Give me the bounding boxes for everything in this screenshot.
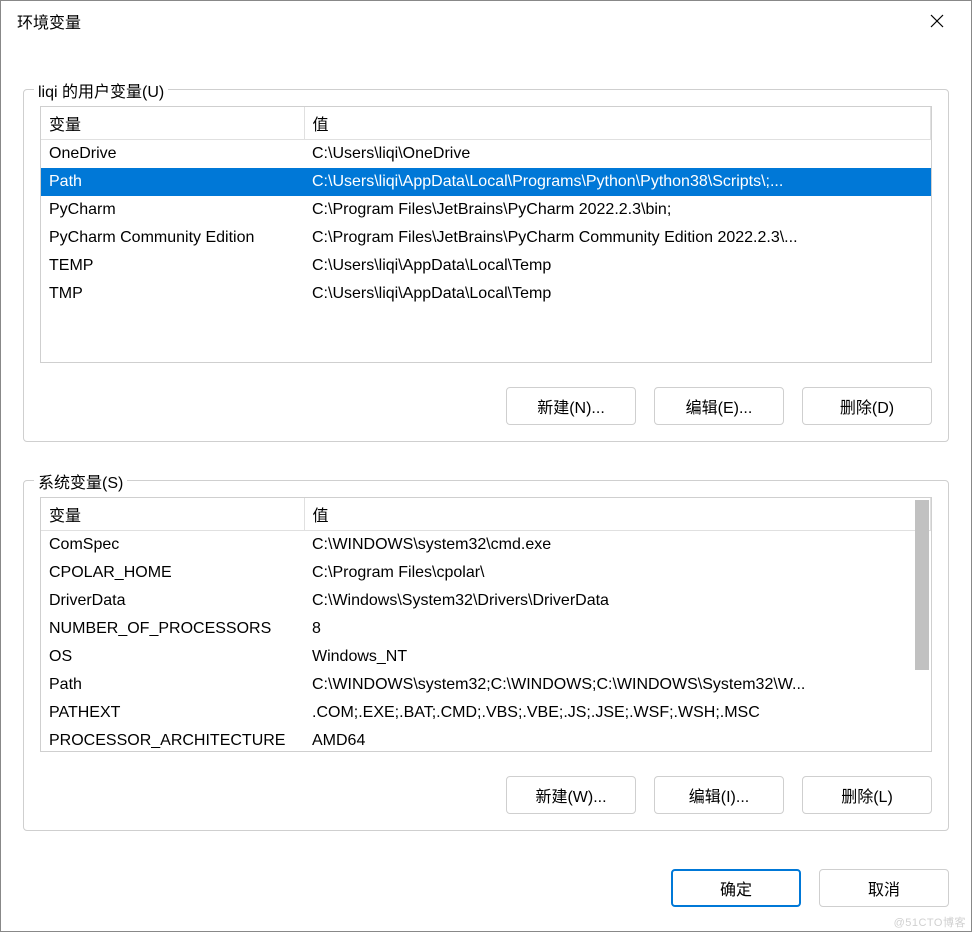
system-buttons-row: 新建(W)... 编辑(I)... 删除(L)	[40, 776, 932, 814]
user-section-legend: liqi 的用户变量(U)	[34, 78, 168, 102]
user-delete-button[interactable]: 删除(D)	[802, 387, 932, 425]
cell-value: .COM;.EXE;.BAT;.CMD;.VBS;.VBE;.JS;.JSE;.…	[304, 699, 931, 727]
cell-value: C:\Windows\System32\Drivers\DriverData	[304, 587, 931, 615]
cell-value: C:\Program Files\JetBrains\PyCharm 2022.…	[304, 196, 931, 224]
cell-variable: Path	[41, 168, 304, 196]
user-edit-button[interactable]: 编辑(E)...	[654, 387, 784, 425]
table-row[interactable]: PyCharm Community EditionC:\Program File…	[41, 224, 931, 252]
system-variables-section: 系统变量(S) 变量 值 ComSpecC:\WINDOWS\system32\…	[23, 480, 949, 831]
cell-value: C:\Users\liqi\AppData\Local\Temp	[304, 280, 931, 308]
cell-value: C:\WINDOWS\system32;C:\WINDOWS;C:\WINDOW…	[304, 671, 931, 699]
dialog-buttons-row: 确定 取消	[23, 869, 949, 907]
cell-value: 8	[304, 615, 931, 643]
cell-variable: Path	[41, 671, 304, 699]
user-new-button[interactable]: 新建(N)...	[506, 387, 636, 425]
table-row[interactable]: PathC:\Users\liqi\AppData\Local\Programs…	[41, 168, 931, 196]
titlebar: 环境变量	[1, 1, 971, 41]
user-variables-section: liqi 的用户变量(U) 变量 值 OneDriveC:\Users\liqi…	[23, 89, 949, 442]
table-row[interactable]: OSWindows_NT	[41, 643, 931, 671]
table-row[interactable]: CPOLAR_HOMEC:\Program Files\cpolar\	[41, 559, 931, 587]
system-new-button[interactable]: 新建(W)...	[506, 776, 636, 814]
cell-variable: CPOLAR_HOME	[41, 559, 304, 587]
user-variables-table: 变量 值 OneDriveC:\Users\liqi\OneDrivePathC…	[41, 107, 931, 308]
system-delete-button[interactable]: 删除(L)	[802, 776, 932, 814]
user-col-value[interactable]: 值	[304, 107, 931, 140]
cell-variable: PyCharm Community Edition	[41, 224, 304, 252]
cell-variable: OS	[41, 643, 304, 671]
cell-variable: TEMP	[41, 252, 304, 280]
system-variables-table: 变量 值 ComSpecC:\WINDOWS\system32\cmd.exeC…	[41, 498, 931, 752]
cell-variable: PATHEXT	[41, 699, 304, 727]
table-row[interactable]: ComSpecC:\WINDOWS\system32\cmd.exe	[41, 531, 931, 559]
cell-variable: DriverData	[41, 587, 304, 615]
table-row[interactable]: OneDriveC:\Users\liqi\OneDrive	[41, 140, 931, 168]
cell-value: C:\Program Files\cpolar\	[304, 559, 931, 587]
table-row[interactable]: PROCESSOR_ARCHITECTUREAMD64	[41, 727, 931, 753]
user-buttons-row: 新建(N)... 编辑(E)... 删除(D)	[40, 387, 932, 425]
user-variables-table-container[interactable]: 变量 值 OneDriveC:\Users\liqi\OneDrivePathC…	[40, 106, 932, 363]
cell-variable: PyCharm	[41, 196, 304, 224]
table-row[interactable]: PyCharmC:\Program Files\JetBrains\PyChar…	[41, 196, 931, 224]
cell-variable: TMP	[41, 280, 304, 308]
cell-variable: ComSpec	[41, 531, 304, 559]
close-icon	[930, 14, 944, 28]
cell-value: C:\Users\liqi\AppData\Local\Temp	[304, 252, 931, 280]
system-edit-button[interactable]: 编辑(I)...	[654, 776, 784, 814]
system-col-variable[interactable]: 变量	[41, 498, 304, 531]
close-button[interactable]	[915, 1, 959, 41]
ok-button[interactable]: 确定	[671, 869, 801, 907]
dialog-content: liqi 的用户变量(U) 变量 值 OneDriveC:\Users\liqi…	[1, 41, 971, 931]
scrollbar-thumb[interactable]	[915, 500, 929, 670]
user-col-variable[interactable]: 变量	[41, 107, 304, 140]
cell-value: C:\Program Files\JetBrains\PyCharm Commu…	[304, 224, 931, 252]
cell-variable: PROCESSOR_ARCHITECTURE	[41, 727, 304, 753]
cancel-button[interactable]: 取消	[819, 869, 949, 907]
system-table-scrollbar[interactable]	[915, 500, 929, 749]
system-col-value[interactable]: 值	[304, 498, 931, 531]
system-section-legend: 系统变量(S)	[34, 469, 127, 493]
table-row[interactable]: DriverDataC:\Windows\System32\Drivers\Dr…	[41, 587, 931, 615]
watermark: @51CTO博客	[894, 914, 966, 930]
cell-value: Windows_NT	[304, 643, 931, 671]
cell-value: C:\WINDOWS\system32\cmd.exe	[304, 531, 931, 559]
cell-variable: OneDrive	[41, 140, 304, 168]
table-row[interactable]: PathC:\WINDOWS\system32;C:\WINDOWS;C:\WI…	[41, 671, 931, 699]
window-title: 环境变量	[17, 9, 915, 33]
cell-value: C:\Users\liqi\AppData\Local\Programs\Pyt…	[304, 168, 931, 196]
system-variables-table-container[interactable]: 变量 值 ComSpecC:\WINDOWS\system32\cmd.exeC…	[40, 497, 932, 752]
cell-value: C:\Users\liqi\OneDrive	[304, 140, 931, 168]
table-row[interactable]: NUMBER_OF_PROCESSORS8	[41, 615, 931, 643]
cell-variable: NUMBER_OF_PROCESSORS	[41, 615, 304, 643]
env-vars-dialog: 环境变量 liqi 的用户变量(U) 变量 值	[0, 0, 972, 932]
table-row[interactable]: PATHEXT.COM;.EXE;.BAT;.CMD;.VBS;.VBE;.JS…	[41, 699, 931, 727]
table-row[interactable]: TEMPC:\Users\liqi\AppData\Local\Temp	[41, 252, 931, 280]
table-row[interactable]: TMPC:\Users\liqi\AppData\Local\Temp	[41, 280, 931, 308]
cell-value: AMD64	[304, 727, 931, 753]
